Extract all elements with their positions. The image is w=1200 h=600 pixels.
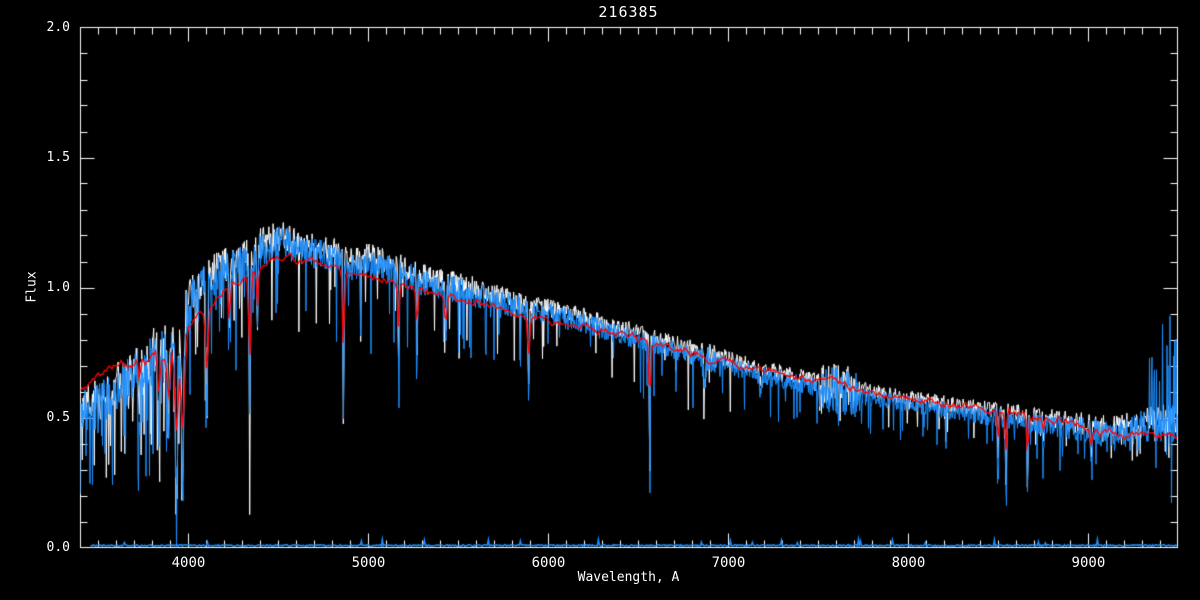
x-tick-label: 6000 — [531, 555, 566, 571]
y-tick-label: 0.5 — [46, 409, 70, 425]
x-tick-label: 4000 — [171, 555, 206, 571]
y-tick-label: 1.0 — [46, 279, 70, 295]
spectrum-figure: 216385 Wavelength, A Flux 4000 5000 6000 70… — [0, 0, 1200, 600]
x-axis-label: Wavelength, A — [577, 570, 680, 585]
spectrum-plot-canvas — [0, 0, 1200, 600]
x-tick-label: 8000 — [891, 555, 926, 571]
y-tick-label: 1.5 — [46, 149, 70, 165]
chart-title: 216385 — [598, 3, 659, 21]
x-tick-label: 7000 — [711, 555, 746, 571]
x-tick-label: 5000 — [351, 555, 386, 571]
y-tick-label: 0.0 — [46, 539, 70, 555]
y-tick-label: 2.0 — [46, 19, 70, 35]
x-tick-label: 9000 — [1071, 555, 1106, 571]
